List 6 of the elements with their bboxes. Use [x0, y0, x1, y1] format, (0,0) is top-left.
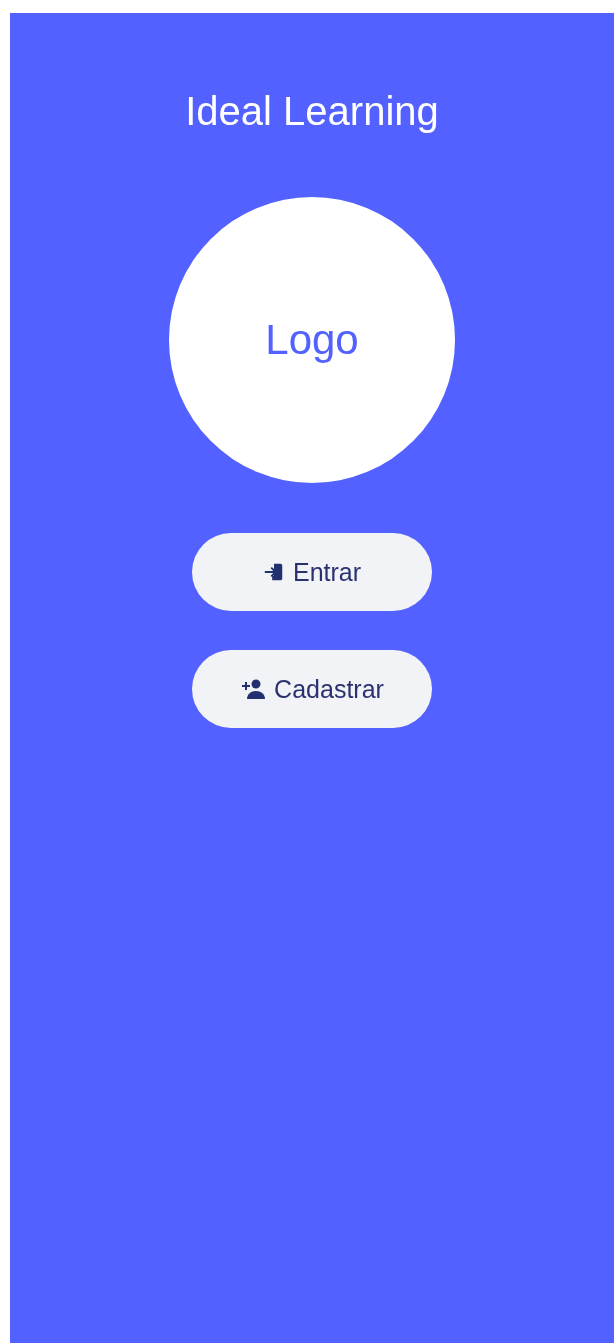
- signup-button[interactable]: Cadastrar: [192, 650, 432, 728]
- login-button[interactable]: Entrar: [192, 533, 432, 611]
- logo-text: Logo: [265, 316, 359, 364]
- login-icon: [262, 561, 285, 583]
- add-user-icon: [240, 677, 267, 701]
- app-title: Ideal Learning: [185, 88, 439, 135]
